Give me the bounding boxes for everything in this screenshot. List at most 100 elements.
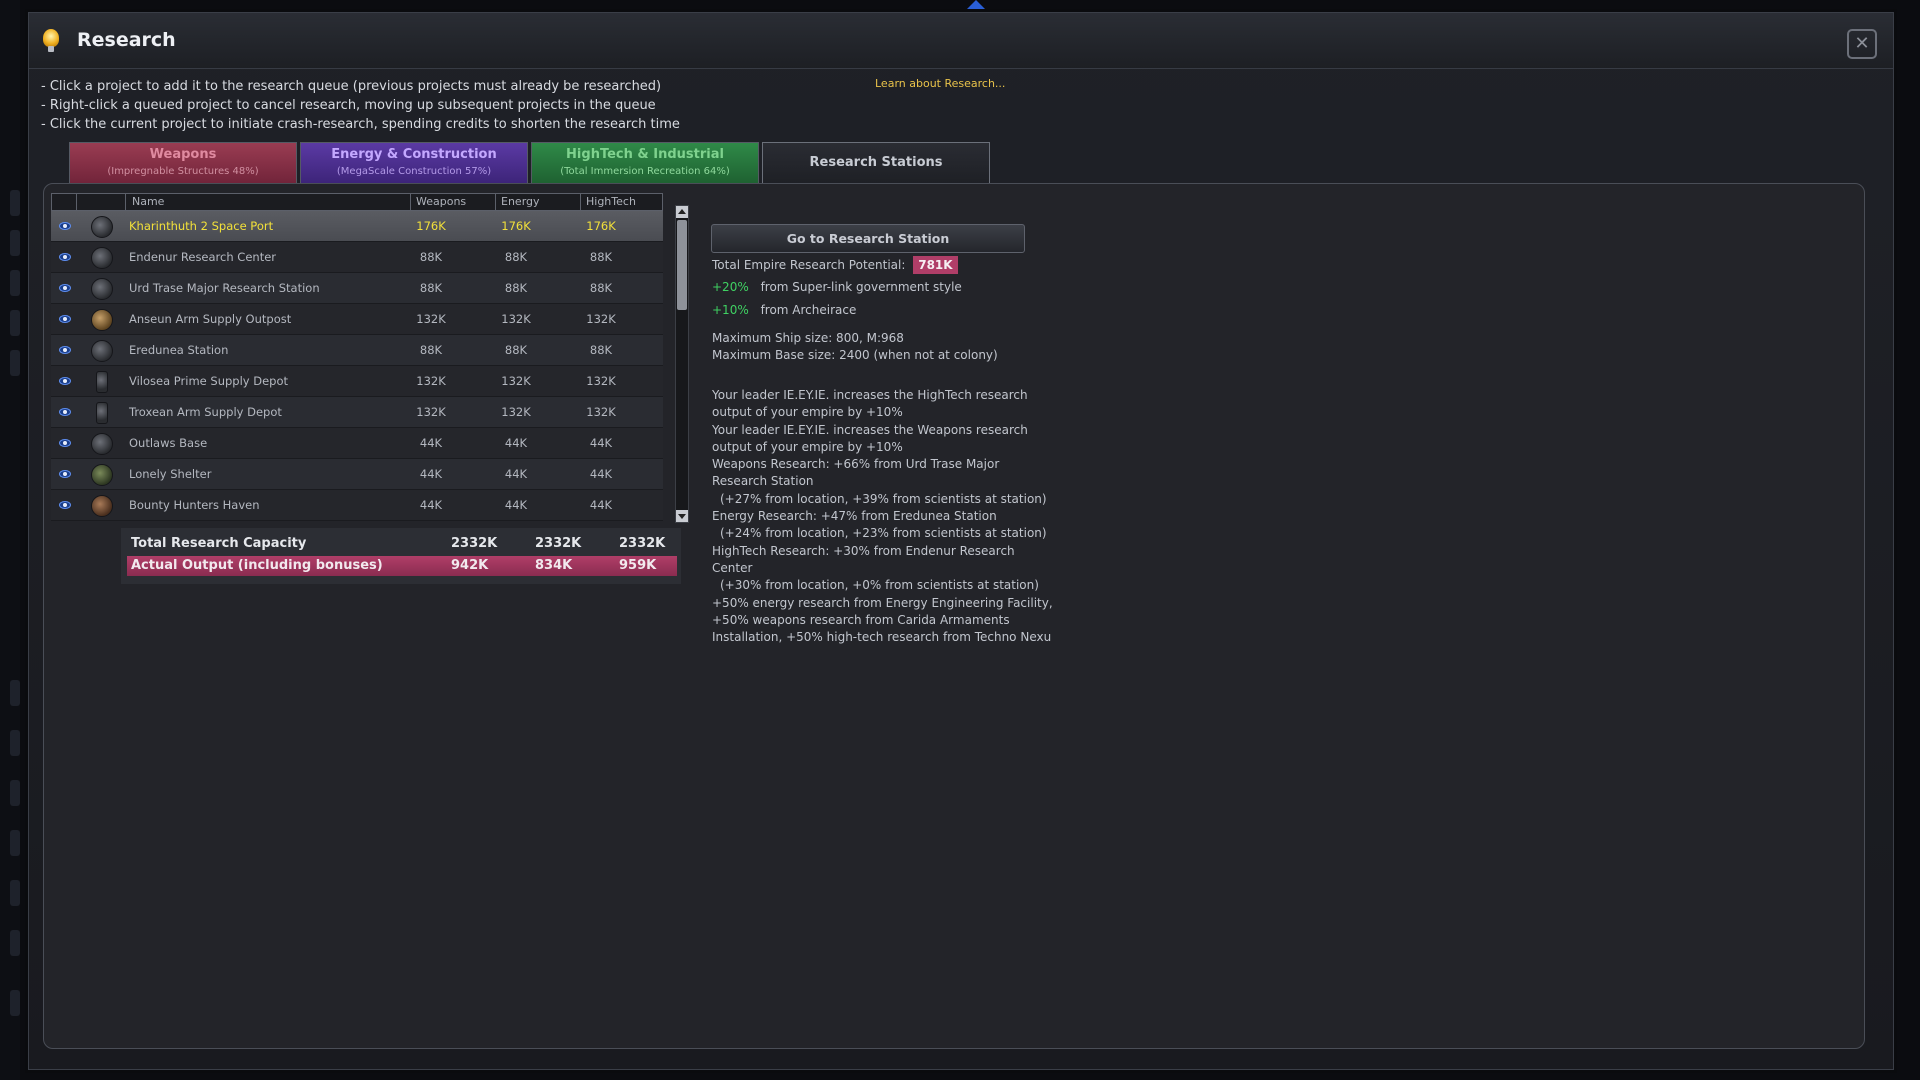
weapons-value: 132K: [416, 312, 446, 326]
scroll-thumb[interactable]: [677, 220, 687, 310]
table-row[interactable]: Vilosea Prime Supply Depot 132K 132K 132…: [51, 366, 663, 397]
hightech-value: 176K: [586, 219, 616, 233]
table-row[interactable]: Anseun Arm Supply Outpost 132K 132K 132K: [51, 304, 663, 335]
total-capacity-row: Total Research Capacity 2332K 2332K 2332…: [121, 534, 677, 554]
actual-output-weapons: 942K: [451, 558, 489, 573]
detail-line: Energy Research: +47% from Eredunea Stat…: [712, 509, 997, 524]
column-header-hightech[interactable]: HighTech: [586, 195, 636, 208]
eye-icon[interactable]: [59, 253, 71, 261]
detail-line: HighTech Research: +30% from Endenur Res…: [712, 543, 1015, 558]
eye-icon[interactable]: [59, 439, 71, 447]
column-divider: [125, 194, 126, 210]
background-button: [10, 930, 20, 956]
background-button: [10, 880, 20, 906]
weapons-value: 176K: [416, 219, 446, 233]
column-divider: [580, 194, 581, 210]
station-name: Lonely Shelter: [129, 467, 212, 481]
background-button: [10, 780, 20, 806]
column-header-weapons[interactable]: Weapons: [416, 195, 466, 208]
hightech-value: 44K: [589, 498, 613, 512]
column-header-name[interactable]: Name: [132, 195, 164, 208]
weapons-value: 88K: [419, 343, 443, 357]
eye-icon[interactable]: [59, 222, 71, 230]
table-row[interactable]: Bounty Hunters Haven 44K 44K 44K: [51, 490, 663, 521]
table-row[interactable]: Endenur Research Center 88K 88K 88K: [51, 242, 663, 273]
energy-value: 88K: [504, 343, 528, 357]
table-row[interactable]: Urd Trase Major Research Station 88K 88K…: [51, 273, 663, 304]
table-row[interactable]: Outlaws Base 44K 44K 44K: [51, 428, 663, 459]
energy-value: 132K: [501, 405, 531, 419]
tab-research-stations[interactable]: Research Stations: [762, 142, 990, 187]
tab-label: Energy & Construction: [331, 147, 497, 162]
scroll-up-arrow-icon[interactable]: [676, 206, 688, 218]
shelter-icon: [91, 464, 113, 486]
background-button: [10, 310, 20, 336]
supply-outpost-icon: [91, 309, 113, 331]
base-icon: [91, 433, 113, 455]
eye-icon[interactable]: [59, 346, 71, 354]
potential-value-badge: 781K: [913, 256, 958, 274]
tab-weapons[interactable]: Weapons (Impregnable Structures 48%): [69, 142, 297, 187]
eye-icon[interactable]: [59, 470, 71, 478]
hightech-value: 132K: [586, 374, 616, 388]
total-capacity-label: Total Research Capacity: [131, 536, 307, 551]
energy-value: 132K: [501, 374, 531, 388]
max-base-size: Maximum Base size: 2400 (when not at col…: [712, 348, 998, 362]
background-button: [10, 190, 20, 216]
instructions: - Click a project to add it to the resea…: [41, 77, 680, 134]
instruction-line: - Click the current project to initiate …: [41, 117, 680, 132]
station-name: Urd Trase Major Research Station: [129, 281, 320, 295]
tab-energy-construction[interactable]: Energy & Construction (MegaScale Constru…: [300, 142, 528, 187]
go-to-research-station-button[interactable]: Go to Research Station: [711, 224, 1025, 253]
research-totals: Total Research Capacity 2332K 2332K 2332…: [121, 528, 681, 584]
haven-icon: [91, 495, 113, 517]
eye-icon[interactable]: [59, 315, 71, 323]
eye-icon[interactable]: [59, 408, 71, 416]
total-capacity-energy: 2332K: [535, 536, 582, 551]
research-bonus-details: Your leader IE.EY.IE. increases the High…: [712, 387, 1053, 646]
hightech-value: 88K: [589, 250, 613, 264]
table-body: Kharinthuth 2 Space Port 176K 176K 176K …: [51, 211, 663, 521]
table-row[interactable]: Kharinthuth 2 Space Port 176K 176K 176K: [51, 211, 663, 242]
detail-line: (+30% from location, +0% from scientists…: [720, 578, 1039, 593]
tab-label: Research Stations: [809, 155, 943, 170]
energy-value: 44K: [504, 498, 528, 512]
eye-icon[interactable]: [59, 377, 71, 385]
station-name: Kharinthuth 2 Space Port: [129, 219, 274, 233]
table-scrollbar[interactable]: [675, 205, 689, 523]
detail-line: +50% energy research from Energy Enginee…: [712, 595, 1053, 610]
hightech-value: 44K: [589, 436, 613, 450]
actual-output-label: Actual Output (including bonuses): [131, 558, 383, 573]
station-name: Outlaws Base: [129, 436, 208, 450]
research-potential: Total Empire Research Potential: 781K: [712, 256, 958, 274]
weapons-value: 88K: [419, 281, 443, 295]
scroll-down-arrow-icon[interactable]: [676, 510, 688, 522]
table-row[interactable]: Eredunea Station 88K 88K 88K: [51, 335, 663, 366]
table-header: Name Weapons Energy HighTech: [51, 193, 663, 211]
weapons-value: 44K: [419, 498, 443, 512]
tab-hightech-industrial[interactable]: HighTech & Industrial (Total Immersion R…: [531, 142, 759, 187]
eye-icon[interactable]: [59, 501, 71, 509]
background-button: [10, 730, 20, 756]
tab-label: Weapons: [149, 147, 217, 162]
energy-value: 176K: [501, 219, 531, 233]
column-header-energy[interactable]: Energy: [501, 195, 540, 208]
weapons-value: 132K: [416, 405, 446, 419]
station-name: Vilosea Prime Supply Depot: [129, 374, 289, 388]
detail-line: +50% weapons research from Carida Armame…: [712, 612, 1010, 627]
tab-label: HighTech & Industrial: [566, 147, 724, 162]
eye-icon[interactable]: [59, 284, 71, 292]
station-name: Troxean Arm Supply Depot: [129, 405, 282, 419]
close-button[interactable]: ✕: [1847, 29, 1877, 59]
tab-sublabel: (Impregnable Structures 48%): [107, 166, 259, 177]
table-row[interactable]: Troxean Arm Supply Depot 132K 132K 132K: [51, 397, 663, 428]
column-divider: [410, 194, 411, 210]
actual-output-energy: 834K: [535, 558, 573, 573]
supply-depot-icon: [96, 371, 108, 393]
background-marker-icon: [964, 0, 988, 12]
title-bar: Research ✕: [29, 13, 1893, 69]
table-row[interactable]: Lonely Shelter 44K 44K 44K: [51, 459, 663, 490]
learn-about-research-link[interactable]: Learn about Research...: [875, 77, 1005, 90]
detail-line: (+24% from location, +23% from scientist…: [720, 526, 1047, 541]
energy-value: 132K: [501, 312, 531, 326]
